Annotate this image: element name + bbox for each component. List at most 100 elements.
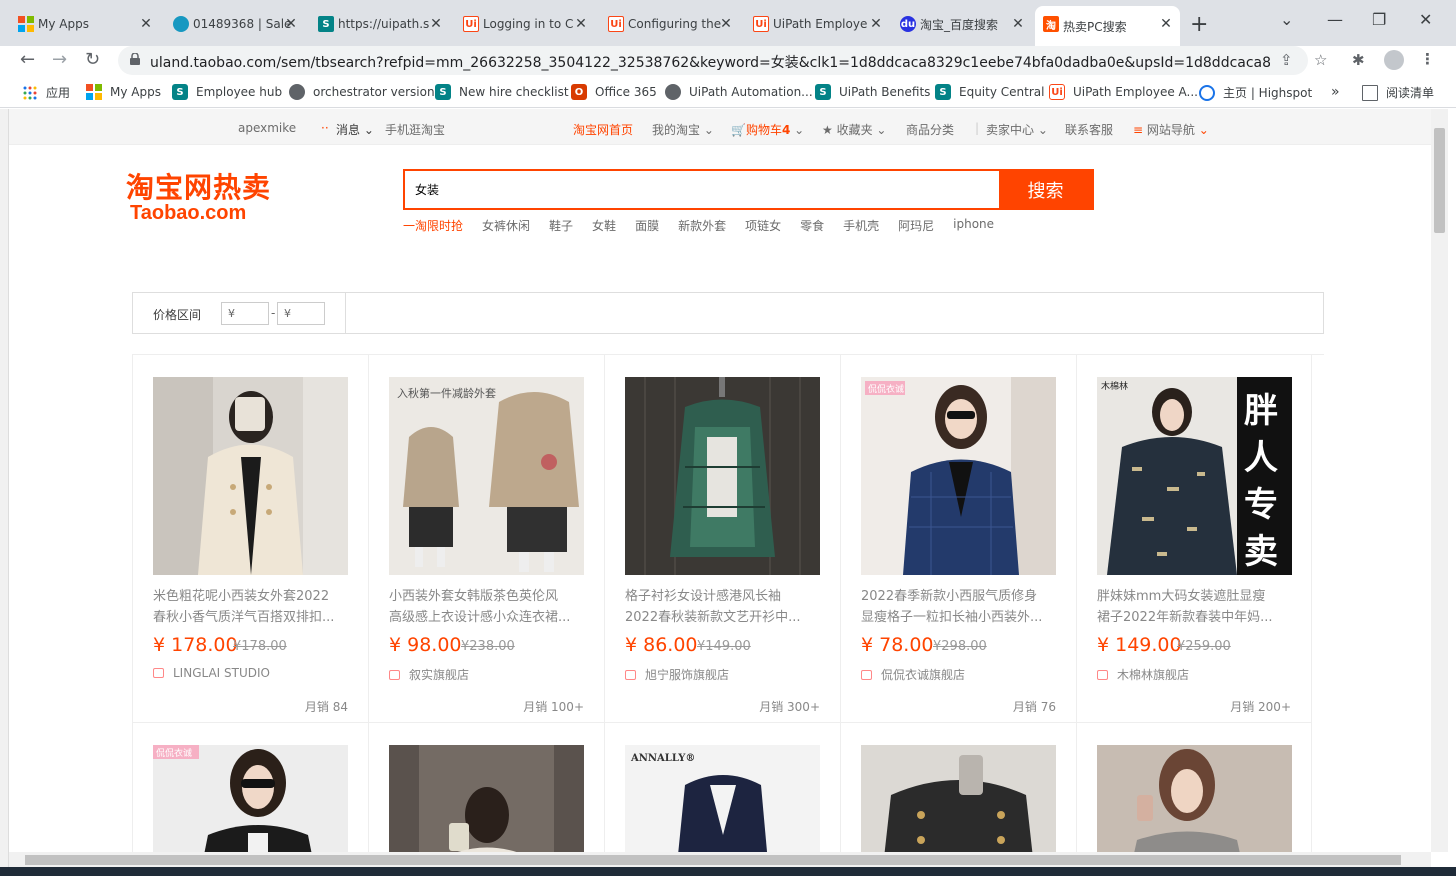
bookmark-employee-hub[interactable]: S Employee hub <box>172 84 282 100</box>
hotword-link[interactable]: 新款外套 <box>678 217 726 234</box>
taobao-hot-logo[interactable]: 淘宝网热卖 Taobao.com <box>126 166 271 225</box>
bookmark-my-apps[interactable]: My Apps <box>86 84 161 100</box>
product-image[interactable]: 胖 人 专 卖 木棉林 <box>1097 377 1292 575</box>
product-image[interactable] <box>861 745 1056 852</box>
extensions-puzzle-icon[interactable]: ✱ <box>1352 51 1365 69</box>
customer-service-link[interactable]: 联系客服 <box>1065 121 1113 138</box>
share-icon[interactable]: ⇪ <box>1280 51 1293 69</box>
product-image[interactable]: ANNALLY® <box>625 745 820 852</box>
categories-link[interactable]: 商品分类 <box>906 121 954 138</box>
hotword-link[interactable]: 一淘限时抢 <box>403 217 463 234</box>
vertical-scrollbar[interactable] <box>1431 109 1448 852</box>
product-title[interactable]: 米色粗花呢小西装女外套2022 春秋小香气质洋气百搭双排扣... <box>153 586 349 628</box>
close-icon[interactable]: ✕ <box>868 16 884 32</box>
hotword-link[interactable]: 面膜 <box>635 217 659 234</box>
hotword-link[interactable]: 手机壳 <box>843 217 879 234</box>
tab-logging-in[interactable]: Ui Logging in to C ✕ <box>455 8 595 40</box>
shop-link[interactable]: 侃侃衣诚旗舰店 <box>861 666 965 683</box>
hotword-link[interactable]: 阿玛尼 <box>898 217 934 234</box>
back-arrow-icon[interactable]: ← <box>20 49 35 70</box>
close-icon[interactable]: ✕ <box>138 16 154 32</box>
reload-icon[interactable]: ↻ <box>85 49 100 70</box>
address-bar[interactable]: uland.taobao.com/sem/tbsearch?refpid=mm_… <box>118 46 1327 75</box>
bookmark-apps[interactable]: 应用 <box>22 84 70 101</box>
bookmarks-overflow-chevron[interactable]: » <box>1331 84 1340 100</box>
url-text[interactable]: uland.taobao.com/sem/tbsearch?refpid=mm_… <box>150 52 1270 72</box>
tab-taobao-active[interactable]: 淘 热卖PC搜索 ✕ <box>1035 6 1180 46</box>
shop-link[interactable]: 叙实旗舰店 <box>389 666 469 683</box>
hotword-link[interactable]: 鞋子 <box>549 217 573 234</box>
reading-list-button[interactable]: 阅读清单 <box>1362 84 1434 101</box>
bookmark-equity-central[interactable]: S Equity Central <box>935 84 1044 100</box>
product-image[interactable]: 侃侃衣诚 <box>861 377 1056 575</box>
bookmark-star-icon[interactable]: ☆ <box>1314 51 1327 69</box>
bookmark-uipath-benefits[interactable]: S UiPath Benefits <box>815 84 930 100</box>
product-card[interactable]: ANNALLY® <box>604 723 840 852</box>
scrollbar-thumb[interactable] <box>1434 128 1445 233</box>
close-icon[interactable]: ✕ <box>283 16 299 32</box>
new-tab-button[interactable]: + <box>1190 12 1208 37</box>
close-window-button[interactable]: ✕ <box>1419 10 1432 29</box>
cart-link[interactable]: 🛒购物车4 ⌄ <box>731 121 804 138</box>
product-image[interactable] <box>1097 745 1292 852</box>
mobile-taobao-link[interactable]: 手机逛淘宝 <box>385 121 445 138</box>
hotword-link[interactable]: 项链女 <box>745 217 781 234</box>
product-card[interactable] <box>368 723 604 852</box>
favorites-link[interactable]: ★ 收藏夹 ⌄ <box>822 121 886 138</box>
shop-link[interactable]: LINGLAI STUDIO <box>153 666 270 680</box>
horizontal-scrollbar[interactable] <box>9 852 1431 867</box>
product-card[interactable] <box>840 723 1076 852</box>
product-title[interactable]: 2022春季新款小西服气质修身 显瘦格子一粒扣长袖小西装外... <box>861 586 1057 628</box>
tab-uipath-sharepoint[interactable]: S https://uipath.s ✕ <box>310 8 450 40</box>
seller-center-link[interactable]: 卖家中心 ⌄ <box>986 121 1048 138</box>
product-image[interactable] <box>389 745 584 852</box>
shop-link[interactable]: 旭宁服饰旗舰店 <box>625 666 729 683</box>
profile-avatar[interactable] <box>1384 50 1404 70</box>
bookmark-new-hire[interactable]: S New hire checklist <box>435 84 569 100</box>
product-card[interactable]: 米色粗花呢小西装女外套2022 春秋小香气质洋气百搭双排扣... ¥ 178.00… <box>132 355 368 723</box>
tab-my-apps[interactable]: My Apps ✕ <box>10 8 160 40</box>
site-nav-link[interactable]: ≡ 网站导航 ⌄ <box>1133 121 1209 138</box>
product-card[interactable]: 入秋第一件减龄外套 小西装外套女韩版茶色英伦风 高级感上衣设计感小众连衣裙... … <box>368 355 604 723</box>
close-icon[interactable]: ✕ <box>1158 16 1174 32</box>
scrollbar-thumb[interactable] <box>25 855 1401 865</box>
tab-baidu[interactable]: du 淘宝_百度搜索 ✕ <box>892 8 1032 40</box>
hotword-link[interactable]: 零食 <box>800 217 824 234</box>
close-icon[interactable]: ✕ <box>718 16 734 32</box>
product-card[interactable] <box>1076 723 1312 852</box>
tab-uipath-employee[interactable]: Ui UiPath Employe ✕ <box>745 8 890 40</box>
close-icon[interactable]: ✕ <box>1010 16 1026 32</box>
price-min-input[interactable]: ¥ <box>221 302 269 325</box>
tab-configuring[interactable]: Ui Configuring the ✕ <box>600 8 740 40</box>
menu-dots-icon[interactable]: ⋮ <box>1420 50 1435 68</box>
shop-link[interactable]: 木棉林旗舰店 <box>1097 666 1189 683</box>
tab-salesforce[interactable]: 01489368 | Sale ✕ <box>165 8 305 40</box>
close-icon[interactable]: ✕ <box>428 16 444 32</box>
product-image[interactable]: 入秋第一件减龄外套 <box>389 377 584 575</box>
restore-button[interactable]: ❐ <box>1372 10 1386 29</box>
forward-arrow-icon[interactable]: → <box>52 49 67 70</box>
bookmark-highspot[interactable]: 主页 | Highspot <box>1199 84 1312 101</box>
product-image[interactable] <box>625 377 820 575</box>
hotword-link[interactable]: 女鞋 <box>592 217 616 234</box>
product-title[interactable]: 胖妹妹mm大码女装遮肚显瘦 裙子2022年新款春装中年妈... <box>1097 586 1293 628</box>
taobao-home-link[interactable]: 淘宝网首页 <box>573 121 633 138</box>
my-taobao-link[interactable]: 我的淘宝 ⌄ <box>652 121 714 138</box>
bookmark-office365[interactable]: O Office 365 <box>571 84 657 100</box>
bookmark-uipath-automation[interactable]: UiPath Automation... <box>665 84 813 100</box>
tab-search-chevron-icon[interactable]: ⌄ <box>1280 10 1293 29</box>
product-image[interactable]: 侃侃衣诚 <box>153 745 348 852</box>
user-link[interactable]: apexmike <box>238 121 296 135</box>
product-image[interactable] <box>153 377 348 575</box>
product-title[interactable]: 小西装外套女韩版茶色英伦风 高级感上衣设计感小众连衣裙... <box>389 586 585 628</box>
product-card[interactable]: 侃侃衣诚 2022春季新款小西服气质修身 显瘦格子一粒扣长袖小西装外... ¥ 7… <box>840 355 1076 723</box>
bookmark-orchestrator[interactable]: orchestrator version <box>289 84 435 100</box>
product-card[interactable]: 格子衬衫女设计感港风长袖 2022春秋装新款文艺开衫中... ¥ 86.00 ¥1… <box>604 355 840 723</box>
search-input[interactable] <box>405 171 999 208</box>
hotword-link[interactable]: 女裤休闲 <box>482 217 530 234</box>
product-card[interactable]: 胖 人 专 卖 木棉林 胖妹妹mm大码女装遮肚显瘦 裙子2022年新款春装中年妈.… <box>1076 355 1312 723</box>
close-icon[interactable]: ✕ <box>573 16 589 32</box>
minimize-button[interactable]: — <box>1327 10 1343 29</box>
search-button[interactable]: 搜索 <box>999 171 1092 208</box>
bookmark-uipath-employee[interactable]: Ui UiPath Employee A... <box>1049 84 1198 100</box>
